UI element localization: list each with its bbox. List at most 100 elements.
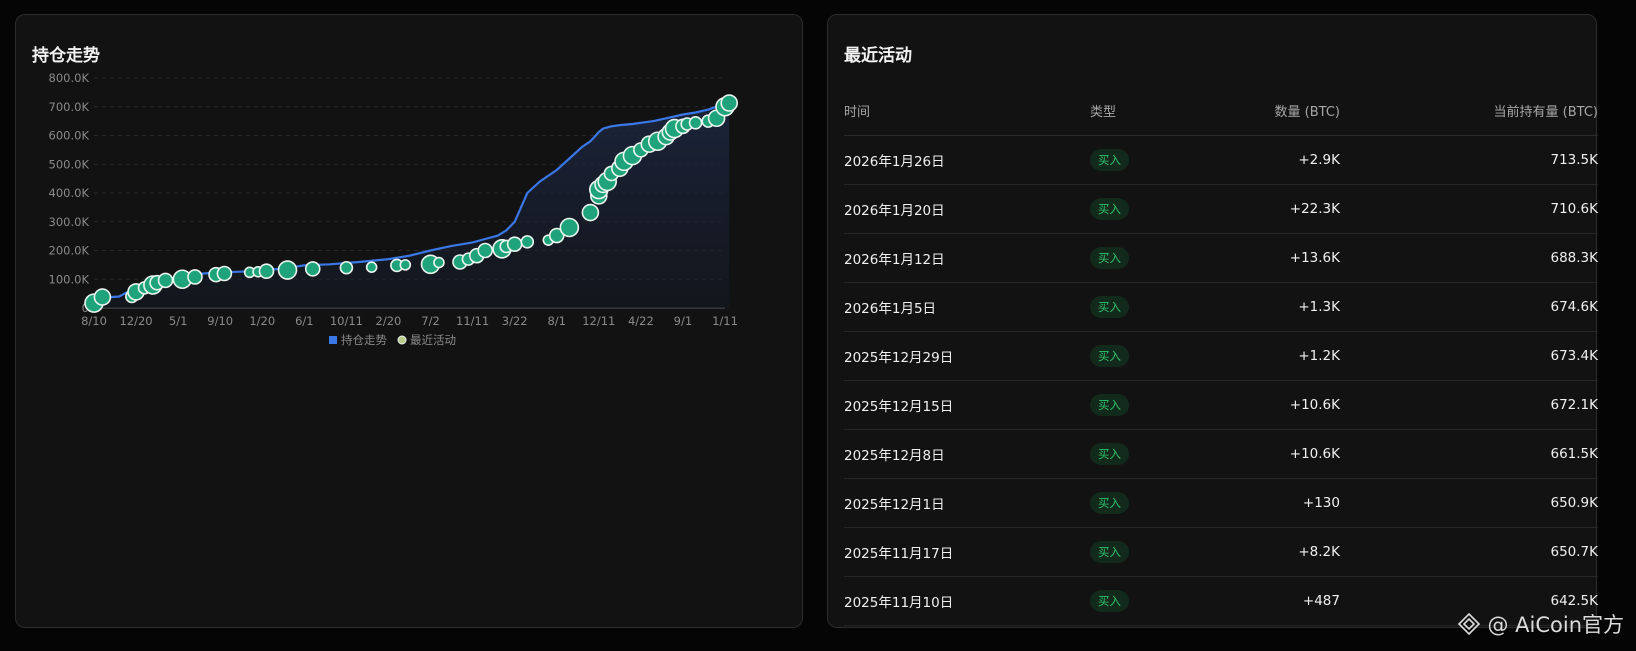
row-holdings: 650.7K (1340, 527, 1598, 577)
y-tick-label: 100.0K (49, 272, 90, 286)
row-holdings: 710.6K (1340, 184, 1598, 234)
type-badge: 买入 (1090, 443, 1129, 465)
type-badge: 买入 (1090, 394, 1129, 416)
x-tick-label: 9/1 (674, 314, 693, 328)
x-tick-label: 11/11 (456, 314, 489, 328)
table-row[interactable]: 2026年1月5日 买入 +1.3K 674.6K (844, 282, 1598, 332)
binance-square-icon (1458, 612, 1481, 636)
x-tick-label: 4/22 (628, 314, 654, 328)
row-time: 2026年1月12日 (844, 233, 1090, 283)
x-tick-label: 7/2 (421, 314, 440, 328)
y-tick-label: 500.0K (49, 157, 90, 171)
activity-point[interactable] (581, 203, 600, 222)
activity-point[interactable] (365, 261, 378, 273)
column-header-holdings[interactable]: 当前持有量 (BTC) (1340, 85, 1598, 136)
table-header-row: 时间 类型 数量 (BTC) 当前持有量 (BTC) (844, 85, 1598, 136)
row-amount: +10.6K (1176, 429, 1340, 479)
column-header-type[interactable]: 类型 (1090, 85, 1176, 136)
row-type: 买入 (1090, 135, 1176, 185)
x-tick-label: 9/10 (207, 314, 233, 328)
type-badge: 买入 (1090, 296, 1129, 318)
row-type: 买入 (1090, 576, 1176, 626)
row-amount: +13.6K (1176, 233, 1340, 283)
row-amount: +1.2K (1176, 331, 1340, 381)
holdings-chart[interactable]: 0100.0K200.0K300.0K400.0K500.0K600.0K700… (16, 15, 804, 375)
y-tick-label: 800.0K (49, 71, 90, 85)
activity-point[interactable] (506, 236, 523, 252)
x-tick-label: 8/1 (547, 314, 566, 328)
watermark-text: @ AiCoin官方 (1487, 613, 1624, 637)
row-type: 买入 (1090, 331, 1176, 381)
row-time: 2026年1月20日 (844, 184, 1090, 234)
table-row[interactable]: 2025年12月8日 买入 +10.6K 661.5K (844, 429, 1598, 479)
activity-point[interactable] (304, 261, 321, 277)
row-time: 2026年1月26日 (844, 135, 1090, 185)
type-badge: 买入 (1090, 492, 1129, 514)
row-time: 2025年11月10日 (844, 576, 1090, 626)
row-holdings: 688.3K (1340, 233, 1598, 283)
legend-line-swatch (329, 336, 337, 344)
row-type: 买入 (1090, 429, 1176, 479)
table-row[interactable]: 2025年12月29日 买入 +1.2K 673.4K (844, 331, 1598, 381)
row-amount: +1.3K (1176, 282, 1340, 332)
row-amount: +487 (1176, 576, 1340, 626)
type-badge: 买入 (1090, 247, 1129, 269)
type-badge: 买入 (1090, 345, 1129, 367)
watermark: @ AiCoin官方 (1457, 609, 1624, 639)
table-row[interactable]: 2025年11月17日 买入 +8.2K 650.7K (844, 527, 1598, 577)
type-badge: 买入 (1090, 149, 1129, 171)
legend-label-holdings: 持仓走势 (341, 333, 387, 347)
table-row[interactable]: 2025年12月1日 买入 +130 650.9K (844, 478, 1598, 528)
activity-point[interactable] (216, 265, 233, 282)
x-tick-label: 5/1 (169, 314, 188, 328)
legend-label-activity: 最近活动 (410, 333, 456, 347)
x-tick-label: 3/22 (502, 314, 528, 328)
row-holdings: 661.5K (1340, 429, 1598, 479)
row-type: 买入 (1090, 282, 1176, 332)
holdings-trend-panel: 持仓走势 0 100.0K 200.0K 300.0K 400.0K 500.0K 600.… (15, 14, 803, 628)
activity-point[interactable] (477, 242, 494, 259)
activity-point[interactable] (433, 256, 445, 269)
row-holdings: 650.9K (1340, 478, 1598, 528)
activity-point[interactable] (720, 94, 739, 112)
table-row[interactable]: 2026年1月12日 买入 +13.6K 688.3K (844, 233, 1598, 283)
type-badge: 买入 (1090, 541, 1129, 563)
activity-point[interactable] (688, 116, 703, 130)
row-holdings: 674.6K (1340, 282, 1598, 332)
activity-point[interactable] (559, 217, 580, 238)
activity-point[interactable] (157, 272, 174, 289)
row-time: 2025年12月29日 (844, 331, 1090, 381)
x-tick-label: 2/20 (376, 314, 402, 328)
activity-point[interactable] (93, 288, 112, 306)
row-holdings: 672.1K (1340, 380, 1598, 430)
type-badge: 买入 (1090, 198, 1129, 220)
x-tick-label: 1/11 (712, 314, 738, 328)
activity-point[interactable] (187, 269, 203, 285)
activity-point[interactable] (520, 235, 535, 249)
activity-table: 时间 类型 数量 (BTC) 当前持有量 (BTC) 2026年1月26日 买入 +… (844, 85, 1598, 626)
row-time: 2025年11月17日 (844, 527, 1090, 577)
column-header-time[interactable]: 时间 (844, 85, 1090, 136)
row-type: 买入 (1090, 233, 1176, 283)
activity-point[interactable] (277, 260, 298, 280)
row-amount: +10.6K (1176, 380, 1340, 430)
activity-point[interactable] (258, 263, 275, 280)
activity-title: 最近活动 (844, 46, 912, 66)
y-tick-label: 400.0K (49, 186, 90, 200)
y-tick-label: 600.0K (49, 129, 90, 143)
table-row[interactable]: 2026年1月26日 买入 +2.9K 713.5K (844, 135, 1598, 185)
table-row[interactable]: 2025年12月15日 买入 +10.6K 672.1K (844, 380, 1598, 430)
row-type: 买入 (1090, 184, 1176, 234)
row-amount: +130 (1176, 478, 1340, 528)
legend-dot-swatch (397, 335, 407, 345)
column-header-amount[interactable]: 数量 (BTC) (1176, 85, 1340, 136)
x-tick-label: 8/10 (81, 314, 107, 328)
row-amount: +8.2K (1176, 527, 1340, 577)
table-row[interactable]: 2026年1月20日 买入 +22.3K 710.6K (844, 184, 1598, 234)
activity-point[interactable] (399, 259, 412, 271)
row-type: 买入 (1090, 380, 1176, 430)
row-time: 2025年12月15日 (844, 380, 1090, 430)
y-tick-label: 200.0K (49, 244, 90, 258)
row-time: 2026年1月5日 (844, 282, 1090, 332)
activity-point[interactable] (339, 260, 354, 275)
